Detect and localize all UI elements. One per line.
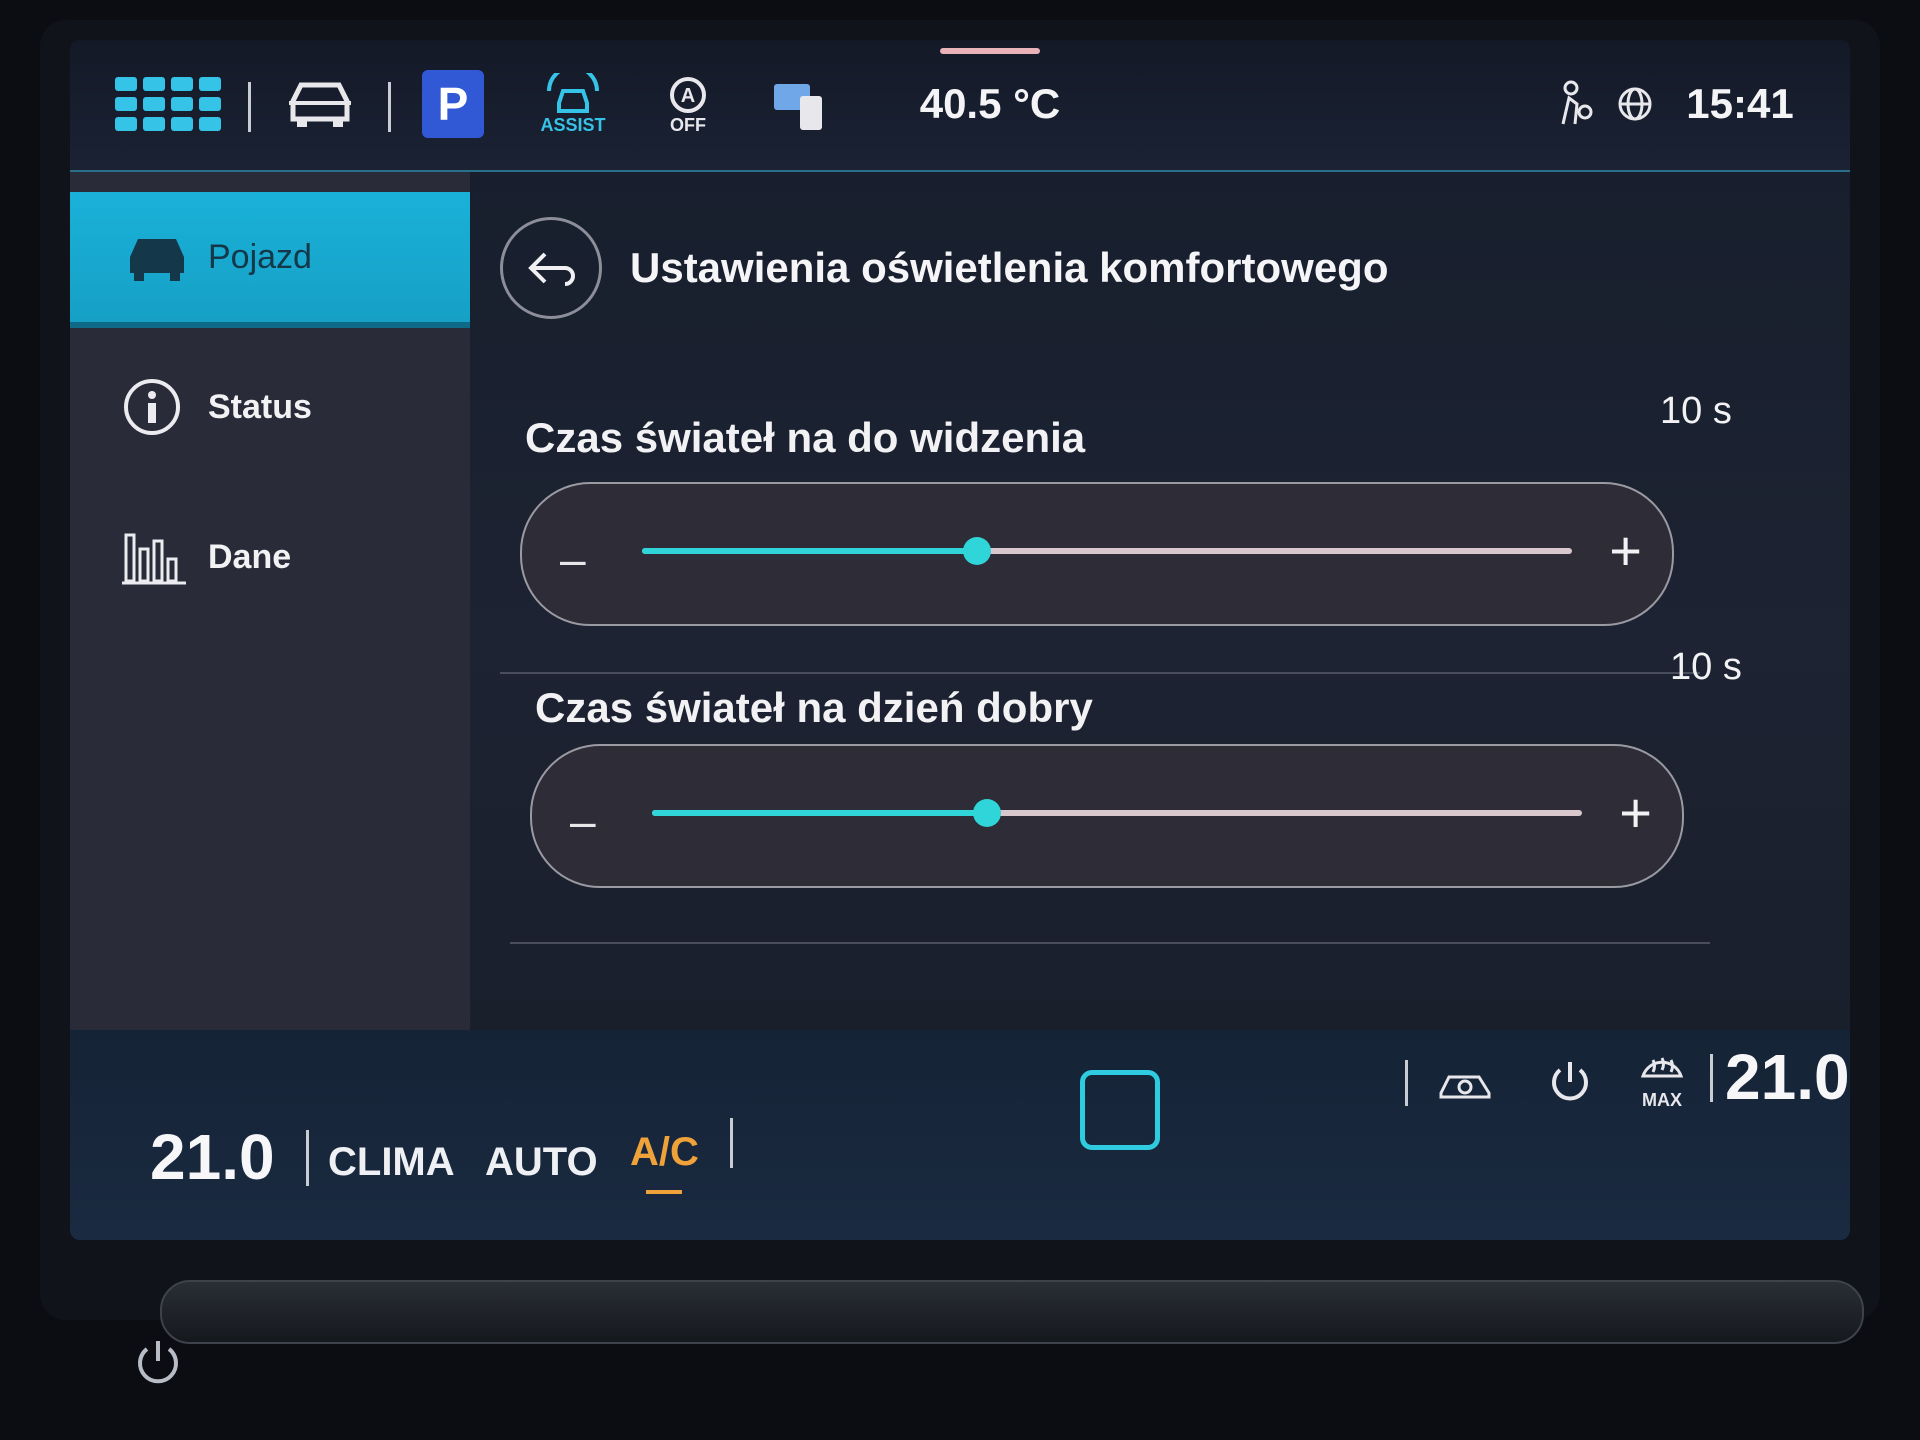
slider-good-morning[interactable]: – + xyxy=(530,744,1684,888)
assist-button[interactable]: ASSIST xyxy=(528,68,618,140)
slider-thumb[interactable] xyxy=(962,537,991,565)
sidebar-item-status[interactable]: Status xyxy=(70,342,470,472)
ac-button[interactable]: A/C xyxy=(630,1130,699,1175)
svg-text:A: A xyxy=(681,85,695,107)
car-icon xyxy=(130,239,184,281)
right-temperature[interactable]: 21.0 xyxy=(1725,1040,1850,1114)
sidebar-item-label: Dane xyxy=(208,537,292,576)
outside-temperature: 40.5 °C xyxy=(910,68,1070,140)
sidebar-item-label: Pojazd xyxy=(208,237,312,276)
outside-temp-indicator xyxy=(940,48,1040,54)
slider-goodbye[interactable]: – + xyxy=(520,482,1674,626)
assist-car-icon xyxy=(547,72,599,113)
park-label: P xyxy=(422,70,484,138)
info-icon xyxy=(124,379,180,435)
auto-button[interactable]: AUTO xyxy=(485,1140,598,1185)
auto-hold-icon: A xyxy=(670,76,706,113)
sidebar-item-pojazd[interactable]: Pojazd xyxy=(70,192,470,322)
climate-divider xyxy=(730,1118,733,1168)
defrost-icon xyxy=(1640,1056,1684,1077)
navigation-person-icon[interactable] xyxy=(1550,68,1600,140)
climate-divider xyxy=(1710,1054,1713,1102)
top-status-bar: P ASSIST A OFF 40.5 °C 15:41 xyxy=(70,40,1850,172)
clima-button[interactable]: CLIMA xyxy=(328,1140,455,1185)
outside-temp-value: 40.5 °C xyxy=(919,80,1061,127)
top-divider xyxy=(388,82,391,132)
phone-mirror-icon[interactable] xyxy=(760,68,840,140)
clock: 15:41 xyxy=(1680,68,1800,140)
hardware-power-icon[interactable] xyxy=(130,1335,186,1391)
defrost-label: MAX xyxy=(1642,1089,1682,1110)
air-recirculation-icon[interactable] xyxy=(1430,1060,1500,1110)
settings-content: Ustawienia oświetlenia komfortowego Czas… xyxy=(470,172,1850,1052)
climate-bar: 21.0 CLIMA AUTO A/C MAX 21.0 xyxy=(70,1030,1850,1240)
back-button[interactable] xyxy=(500,217,602,319)
setting-label-goodbye: Czas świateł na do widzenia xyxy=(525,414,1086,461)
back-arrow-icon xyxy=(528,252,575,286)
slider-thumb[interactable] xyxy=(972,799,1001,827)
infotainment-screen: P ASSIST A OFF 40.5 °C 15:41 Pojazd Stat… xyxy=(70,40,1850,1240)
auto-hold-button[interactable]: A OFF xyxy=(648,68,728,140)
slider-track[interactable] xyxy=(652,799,1582,827)
climate-divider xyxy=(306,1130,309,1186)
car-front-icon[interactable] xyxy=(280,68,360,140)
climate-power-icon[interactable] xyxy=(1540,1052,1600,1112)
slider-fill xyxy=(652,810,987,816)
clock-value: 15:41 xyxy=(1686,80,1794,127)
climate-divider xyxy=(1405,1060,1408,1106)
section-divider xyxy=(510,942,1710,944)
slider-fill xyxy=(642,548,977,554)
sidebar-item-label: Status xyxy=(208,387,312,426)
sidebar-item-dane[interactable]: Dane xyxy=(70,492,470,622)
increase-button[interactable]: + xyxy=(1609,518,1642,583)
apps-grid-icon[interactable] xyxy=(115,68,221,140)
auto-hold-label: OFF xyxy=(670,114,706,135)
slider-track[interactable] xyxy=(642,537,1572,565)
decrease-button[interactable]: – xyxy=(560,532,586,586)
increase-button[interactable]: + xyxy=(1619,780,1652,845)
globe-icon[interactable] xyxy=(1610,68,1660,140)
setting-value-good-morning: 10 s xyxy=(1670,646,1742,688)
section-divider xyxy=(500,672,1700,674)
decrease-button[interactable]: – xyxy=(570,794,596,848)
home-button[interactable] xyxy=(1080,1070,1160,1150)
bar-chart-icon xyxy=(122,533,186,585)
park-assist-button[interactable]: P xyxy=(422,68,484,140)
assist-label: ASSIST xyxy=(540,114,606,135)
top-divider xyxy=(248,82,251,132)
max-defrost-button[interactable]: MAX xyxy=(1630,1040,1694,1120)
page-title: Ustawienia oświetlenia komfortowego xyxy=(630,244,1389,291)
left-temperature[interactable]: 21.0 xyxy=(150,1120,275,1194)
setting-label-good-morning: Czas świateł na dzień dobry xyxy=(535,684,1093,731)
hardware-temperature-slider[interactable] xyxy=(160,1280,1864,1344)
setting-value-goodbye: 10 s xyxy=(1660,390,1732,432)
sidebar: Pojazd Status Dane xyxy=(70,172,470,1052)
ac-active-indicator xyxy=(646,1190,682,1194)
